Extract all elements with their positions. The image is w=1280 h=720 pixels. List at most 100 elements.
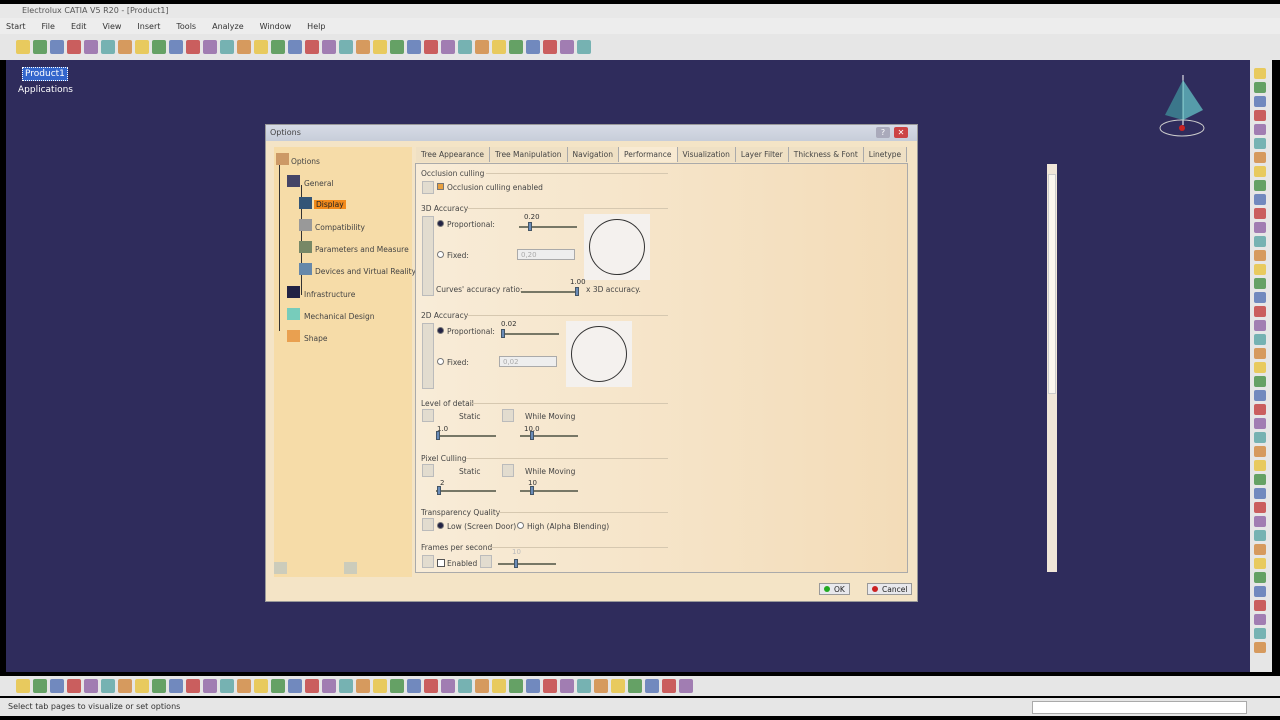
command-input[interactable] bbox=[1032, 701, 1247, 714]
lock-icon[interactable] bbox=[422, 323, 434, 389]
toolbar-icon[interactable] bbox=[1254, 488, 1266, 499]
tree-infrastructure[interactable]: Infrastructure bbox=[304, 290, 355, 299]
toolbar-icon[interactable] bbox=[662, 679, 676, 693]
toolbar-icon[interactable] bbox=[407, 40, 421, 54]
toolbar-icon[interactable] bbox=[220, 40, 234, 54]
toolbar-icon[interactable] bbox=[1254, 138, 1266, 149]
toolbar-icon[interactable] bbox=[1254, 334, 1266, 345]
transparency-low-radio[interactable] bbox=[437, 522, 444, 529]
acc3d-fixed-radio[interactable] bbox=[437, 251, 444, 258]
toolbar-icon[interactable] bbox=[322, 40, 336, 54]
toolbar-icon[interactable] bbox=[135, 40, 149, 54]
tree-compatibility[interactable]: Compatibility bbox=[315, 223, 365, 232]
tree-mechanical[interactable]: Mechanical Design bbox=[304, 312, 374, 321]
toolbar-icon[interactable] bbox=[288, 40, 302, 54]
toolbar-icon[interactable] bbox=[1254, 194, 1266, 205]
toolbar-icon[interactable] bbox=[645, 679, 659, 693]
toolbar-icon[interactable] bbox=[1254, 124, 1266, 135]
toolbar-icon[interactable] bbox=[1254, 586, 1266, 597]
toolbar-icon[interactable] bbox=[1254, 474, 1266, 485]
toolbar-icon[interactable] bbox=[1254, 460, 1266, 471]
slider-thumb[interactable] bbox=[528, 222, 532, 231]
toolbar-icon[interactable] bbox=[152, 679, 166, 693]
tab-performance[interactable]: Performance bbox=[618, 147, 678, 162]
toolbar-icon[interactable] bbox=[16, 40, 30, 54]
slider-thumb[interactable] bbox=[514, 559, 518, 568]
toolbar-icon[interactable] bbox=[1254, 110, 1266, 121]
toolbar-icon[interactable] bbox=[679, 679, 693, 693]
tab-visualization[interactable]: Visualization bbox=[677, 147, 736, 162]
toolbar-icon[interactable] bbox=[1254, 530, 1266, 541]
toolbar-icon[interactable] bbox=[1254, 264, 1266, 275]
toolbar-icon[interactable] bbox=[33, 40, 47, 54]
toolbar-icon[interactable] bbox=[339, 40, 353, 54]
toolbar-icon[interactable] bbox=[1254, 418, 1266, 429]
toolbar-icon[interactable] bbox=[526, 40, 540, 54]
toolbar-icon[interactable] bbox=[611, 679, 625, 693]
menu-tools[interactable]: Tools bbox=[176, 22, 196, 31]
transparency-high-radio[interactable] bbox=[517, 522, 524, 529]
toolbar-icon[interactable] bbox=[1254, 544, 1266, 555]
toolbar-icon[interactable] bbox=[271, 40, 285, 54]
tree-shape[interactable]: Shape bbox=[304, 334, 328, 343]
toolbar-icon[interactable] bbox=[1254, 208, 1266, 219]
lock-icon[interactable] bbox=[422, 409, 434, 422]
toolbar-icon[interactable] bbox=[203, 40, 217, 54]
toolbar-icon[interactable] bbox=[203, 679, 217, 693]
panel-scrollbar[interactable] bbox=[1047, 164, 1057, 572]
toolbar-icon[interactable] bbox=[1254, 600, 1266, 611]
toolbar-icon[interactable] bbox=[50, 40, 64, 54]
toolbar-icon[interactable] bbox=[101, 679, 115, 693]
toolbar-icon[interactable] bbox=[577, 40, 591, 54]
tree-options[interactable]: Options bbox=[291, 157, 320, 166]
toolbar-icon[interactable] bbox=[1254, 292, 1266, 303]
toolbar-icon[interactable] bbox=[475, 40, 489, 54]
toolbar-icon[interactable] bbox=[135, 679, 149, 693]
slider-thumb[interactable] bbox=[530, 431, 534, 440]
toolbar-icon[interactable] bbox=[1254, 502, 1266, 513]
toolbar-icon[interactable] bbox=[509, 40, 523, 54]
toolbar-icon[interactable] bbox=[1254, 348, 1266, 359]
tree-applications[interactable]: Applications bbox=[18, 85, 73, 95]
toolbar-icon[interactable] bbox=[356, 40, 370, 54]
toolbar-icon[interactable] bbox=[390, 40, 404, 54]
toolbar-icon[interactable] bbox=[1254, 614, 1266, 625]
slider-thumb[interactable] bbox=[575, 287, 579, 296]
toolbar-icon[interactable] bbox=[118, 679, 132, 693]
toolbar-icon[interactable] bbox=[1254, 628, 1266, 639]
toolbar-icon[interactable] bbox=[50, 679, 64, 693]
tree-devices[interactable]: Devices and Virtual Reality bbox=[315, 267, 416, 276]
tab-navigation[interactable]: Navigation bbox=[567, 147, 619, 162]
toolbar-icon[interactable] bbox=[1254, 516, 1266, 527]
toolbar-icon[interactable] bbox=[543, 679, 557, 693]
toolbar-icon[interactable] bbox=[1254, 166, 1266, 177]
toolbar-icon[interactable] bbox=[152, 40, 166, 54]
toolbar-icon[interactable] bbox=[101, 40, 115, 54]
curves-ratio-slider[interactable] bbox=[521, 291, 579, 293]
options-export-icon[interactable] bbox=[344, 562, 357, 574]
occlusion-checkbox[interactable] bbox=[437, 183, 444, 190]
toolbar-icon[interactable] bbox=[237, 679, 251, 693]
toolbar-icon[interactable] bbox=[424, 679, 438, 693]
lock-icon[interactable] bbox=[422, 555, 434, 568]
pixel-static-slider[interactable] bbox=[436, 490, 496, 492]
pixel-moving-slider[interactable] bbox=[520, 490, 578, 492]
acc2d-fixed-field[interactable]: 0,02 bbox=[499, 356, 557, 367]
toolbar-icon[interactable] bbox=[1254, 96, 1266, 107]
slider-thumb[interactable] bbox=[501, 329, 505, 338]
toolbar-icon[interactable] bbox=[84, 679, 98, 693]
fps-slider[interactable] bbox=[498, 563, 556, 565]
toolbar-icon[interactable] bbox=[220, 679, 234, 693]
cancel-button[interactable]: Cancel bbox=[867, 583, 913, 595]
toolbar-icon[interactable] bbox=[1254, 376, 1266, 387]
slider-thumb[interactable] bbox=[436, 431, 440, 440]
toolbar-icon[interactable] bbox=[1254, 222, 1266, 233]
slider-thumb[interactable] bbox=[530, 486, 534, 495]
toolbar-icon[interactable] bbox=[322, 679, 336, 693]
toolbar-icon[interactable] bbox=[424, 40, 438, 54]
toolbar-icon[interactable] bbox=[1254, 152, 1266, 163]
toolbar-icon[interactable] bbox=[169, 40, 183, 54]
toolbar-icon[interactable] bbox=[1254, 180, 1266, 191]
toolbar-icon[interactable] bbox=[84, 40, 98, 54]
toolbar-icon[interactable] bbox=[492, 40, 506, 54]
